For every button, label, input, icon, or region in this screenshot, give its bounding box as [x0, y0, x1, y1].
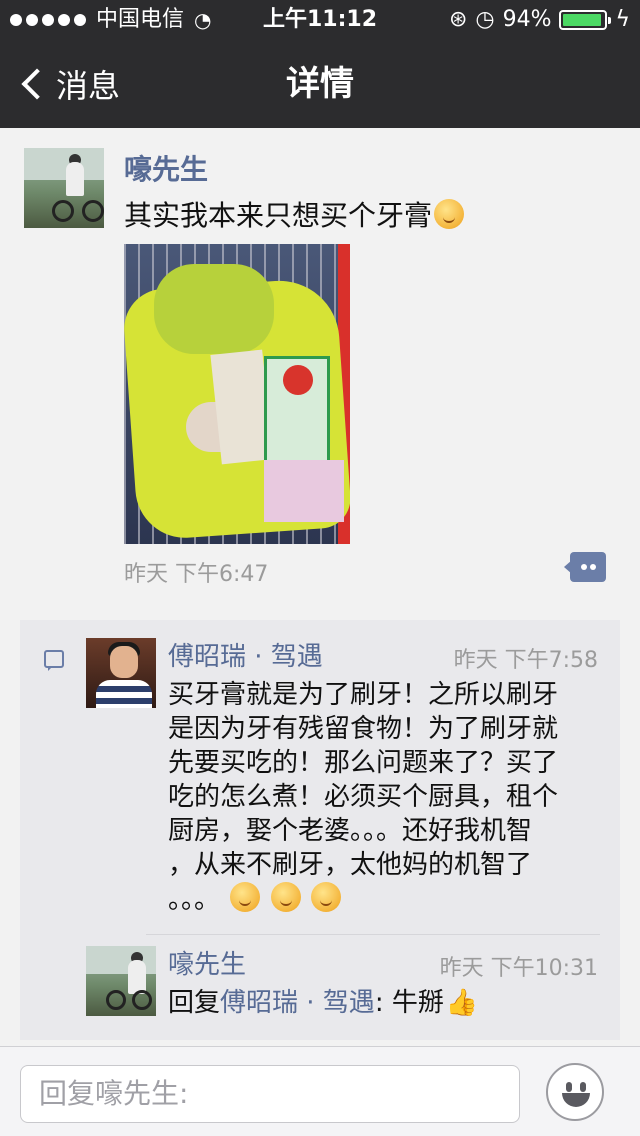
rotation-lock-icon: ⊛	[448, 7, 468, 32]
comment-more-button[interactable]	[570, 552, 606, 582]
battery-icon	[559, 10, 612, 30]
post-timestamp: 昨天 下午6:47	[124, 562, 269, 587]
thumbs-up-emoji-icon: 👍	[445, 988, 479, 1018]
comment-line: 厨房，娶个老婆。。。还好我机智	[168, 816, 533, 846]
author-avatar[interactable]	[24, 148, 104, 228]
shy-face-emoji-icon	[434, 199, 465, 229]
post-photo[interactable]	[124, 244, 350, 544]
comment-line: 是因为牙有残留食物！为了刷牙就	[168, 714, 559, 744]
commenter-avatar[interactable]	[86, 946, 156, 1016]
reply-bar: 回复嚎先生:	[0, 1046, 640, 1136]
post-text-content: 其实我本来只想买个牙膏	[124, 199, 433, 232]
comment-line: 吃的怎么煮！必须买个厨具，租个	[168, 782, 559, 812]
comment-line-last: 。。。	[168, 882, 598, 917]
page-title: 详情	[286, 64, 354, 104]
comment-line: ，从来不刷牙，太他妈的机智了	[168, 850, 533, 880]
reply-text: : 牛掰	[374, 988, 444, 1018]
post-author[interactable]: 嚎先生	[124, 148, 208, 188]
emoji-button[interactable]	[546, 1063, 604, 1121]
comment-timestamp: 昨天 下午7:58	[453, 648, 598, 673]
reply-input[interactable]: 回复嚎先生:	[20, 1065, 520, 1123]
status-right: ⊛ ◷ 94% ϟ	[449, 0, 630, 40]
laughing-emoji-icon	[270, 882, 301, 912]
reply-to-link[interactable]: 傅昭瑞 · 驾遇	[220, 988, 375, 1018]
reply-prefix: 回复	[168, 988, 221, 1018]
status-bar: 中国电信 ◔ 上午11:12 ⊛ ◷ 94% ϟ	[0, 0, 640, 40]
comment-author[interactable]: 傅昭瑞 · 驾遇	[168, 636, 323, 673]
comment-reply-text: 回复傅昭瑞 · 驾遇: 牛掰👍	[168, 986, 598, 1020]
battery-percent: 94%	[502, 7, 552, 32]
comment-line: 先要买吃的！那么问题来了？买了	[168, 748, 559, 778]
comment-icon	[44, 650, 64, 671]
comment-text: 买牙膏就是为了刷牙！之所以刷牙 是因为牙有残留食物！为了刷牙就 先要买吃的！那么…	[168, 678, 598, 917]
laughing-emoji-icon	[310, 882, 341, 912]
comment-divider	[146, 934, 600, 935]
laughing-emoji-icon	[230, 882, 261, 912]
charging-icon: ϟ	[615, 7, 630, 32]
post-text: 其实我本来只想买个牙膏	[124, 194, 465, 234]
commenter-avatar[interactable]	[86, 638, 156, 708]
battery-fill	[563, 14, 602, 26]
comment-author[interactable]: 嚎先生	[168, 944, 246, 981]
comment-line: 。。。	[168, 885, 221, 915]
comment-timestamp: 昨天 下午10:31	[439, 956, 598, 981]
alarm-icon: ◷	[475, 7, 495, 32]
comment-line: 买牙膏就是为了刷牙！之所以刷牙	[168, 680, 559, 710]
navigation-bar: 消息 详情	[0, 40, 640, 128]
smiley-face-icon	[566, 1082, 572, 1092]
